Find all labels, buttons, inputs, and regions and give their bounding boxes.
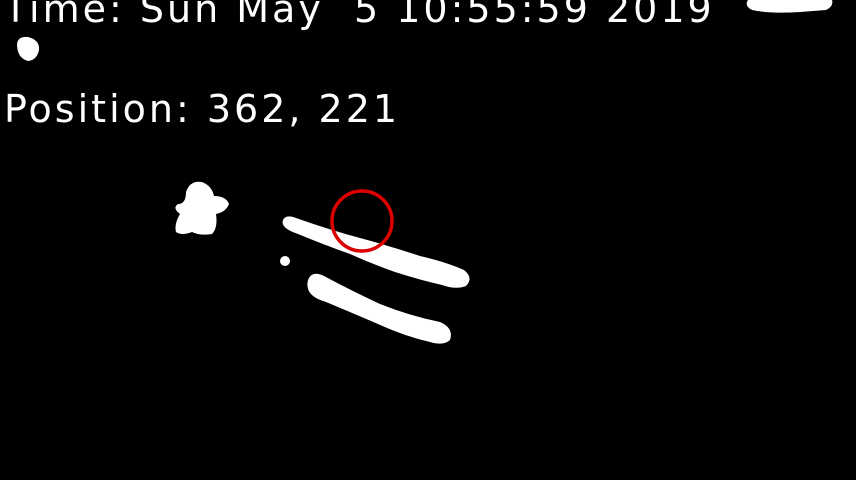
position-label: Position: [4, 87, 192, 131]
motion-mask [17, 0, 833, 344]
time-value: Sun May 5 10:55:59 2019 [139, 0, 715, 31]
mask-dot [280, 256, 290, 266]
video-frame: Time: Sun May 5 10:55:59 2019 Position: … [0, 0, 856, 480]
mask-streak-lower [307, 273, 451, 344]
timestamp-readout: Time: Sun May 5 10:55:59 2019 [4, 0, 715, 28]
time-label: Time: [4, 0, 125, 31]
mask-blob-star [175, 181, 229, 235]
position-readout: Position: 362, 221 [4, 90, 400, 128]
mask-blob-top-right [746, 0, 833, 13]
position-value: 362, 221 [206, 87, 401, 131]
mask-blob-small [17, 36, 40, 61]
